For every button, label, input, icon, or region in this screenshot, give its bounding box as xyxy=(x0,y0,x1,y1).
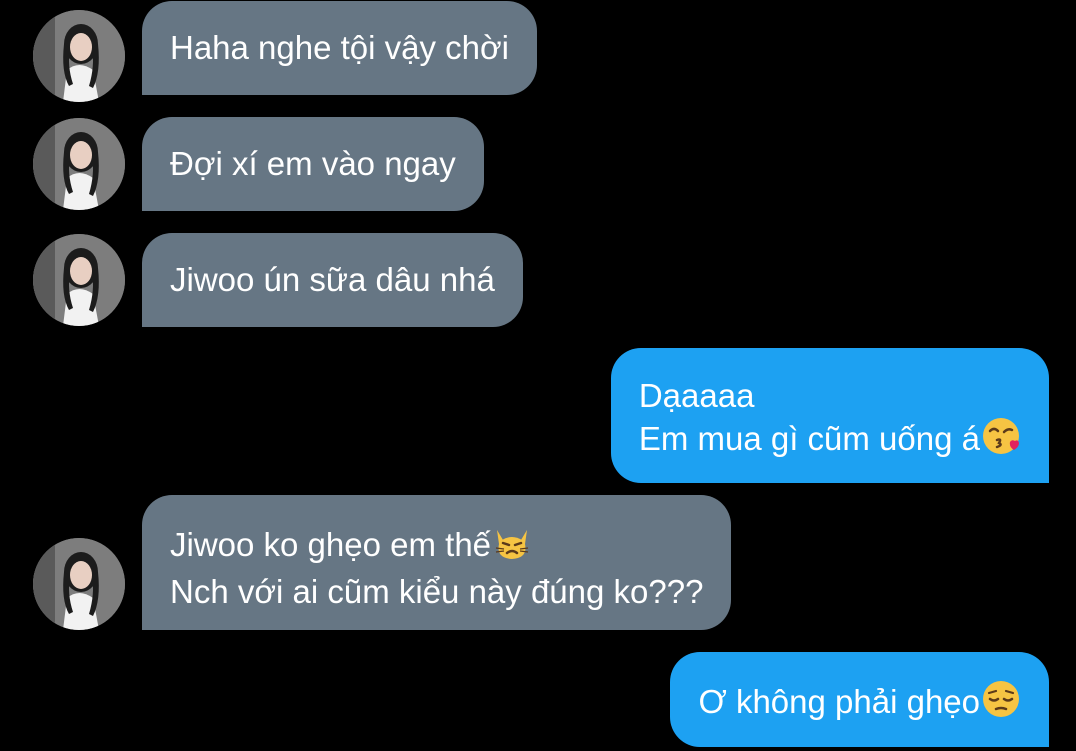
contact-avatar[interactable] xyxy=(33,118,125,210)
message-text: Jiwoo ún sữa dâu nhá xyxy=(170,261,495,298)
contact-avatar[interactable] xyxy=(33,538,125,630)
message-text: Dạaaaa xyxy=(638,377,755,414)
contact-avatar[interactable] xyxy=(33,234,125,326)
message-text: Nch với ai cũm kiểu này đúng ko??? xyxy=(170,573,704,610)
message-text: Haha nghe tội vậy chời xyxy=(170,29,510,66)
message-text-line: Ơ không phải ghẹo xyxy=(698,679,1021,728)
message-text-line: Em mua gì cũm uống á xyxy=(639,416,1021,465)
contact-avatar[interactable] xyxy=(33,10,125,102)
message-bubble-incoming[interactable]: Haha nghe tội vậy chời xyxy=(142,1,538,95)
message-text: Đợi xí em vào ngay xyxy=(170,145,456,182)
message-bubble-outgoing[interactable]: Ơ không phải ghẹo xyxy=(670,652,1049,747)
pensive-face-icon xyxy=(981,679,1021,728)
message-bubble-incoming[interactable]: Jiwoo ún sữa dâu nhá xyxy=(142,233,523,327)
kissing-face-icon xyxy=(981,416,1021,465)
pouting-cat-icon xyxy=(492,522,532,571)
message-bubble-incoming[interactable]: Đợi xí em vào ngay xyxy=(142,117,484,211)
message-bubble-incoming[interactable]: Jiwoo ko ghẹo em thế Nch với ai cũm kiểu… xyxy=(142,495,732,630)
message-bubble-outgoing[interactable]: Dạaaaa Em mua gì cũm uống á xyxy=(610,348,1049,483)
message-text-line: Jiwoo ko ghẹo em thế xyxy=(170,522,703,571)
message-text: Em mua gì cũm uống á xyxy=(638,420,980,457)
message-text: Jiwoo ko ghẹo em thế xyxy=(170,526,492,563)
message-text: Ơ không phải ghẹo xyxy=(698,683,980,720)
